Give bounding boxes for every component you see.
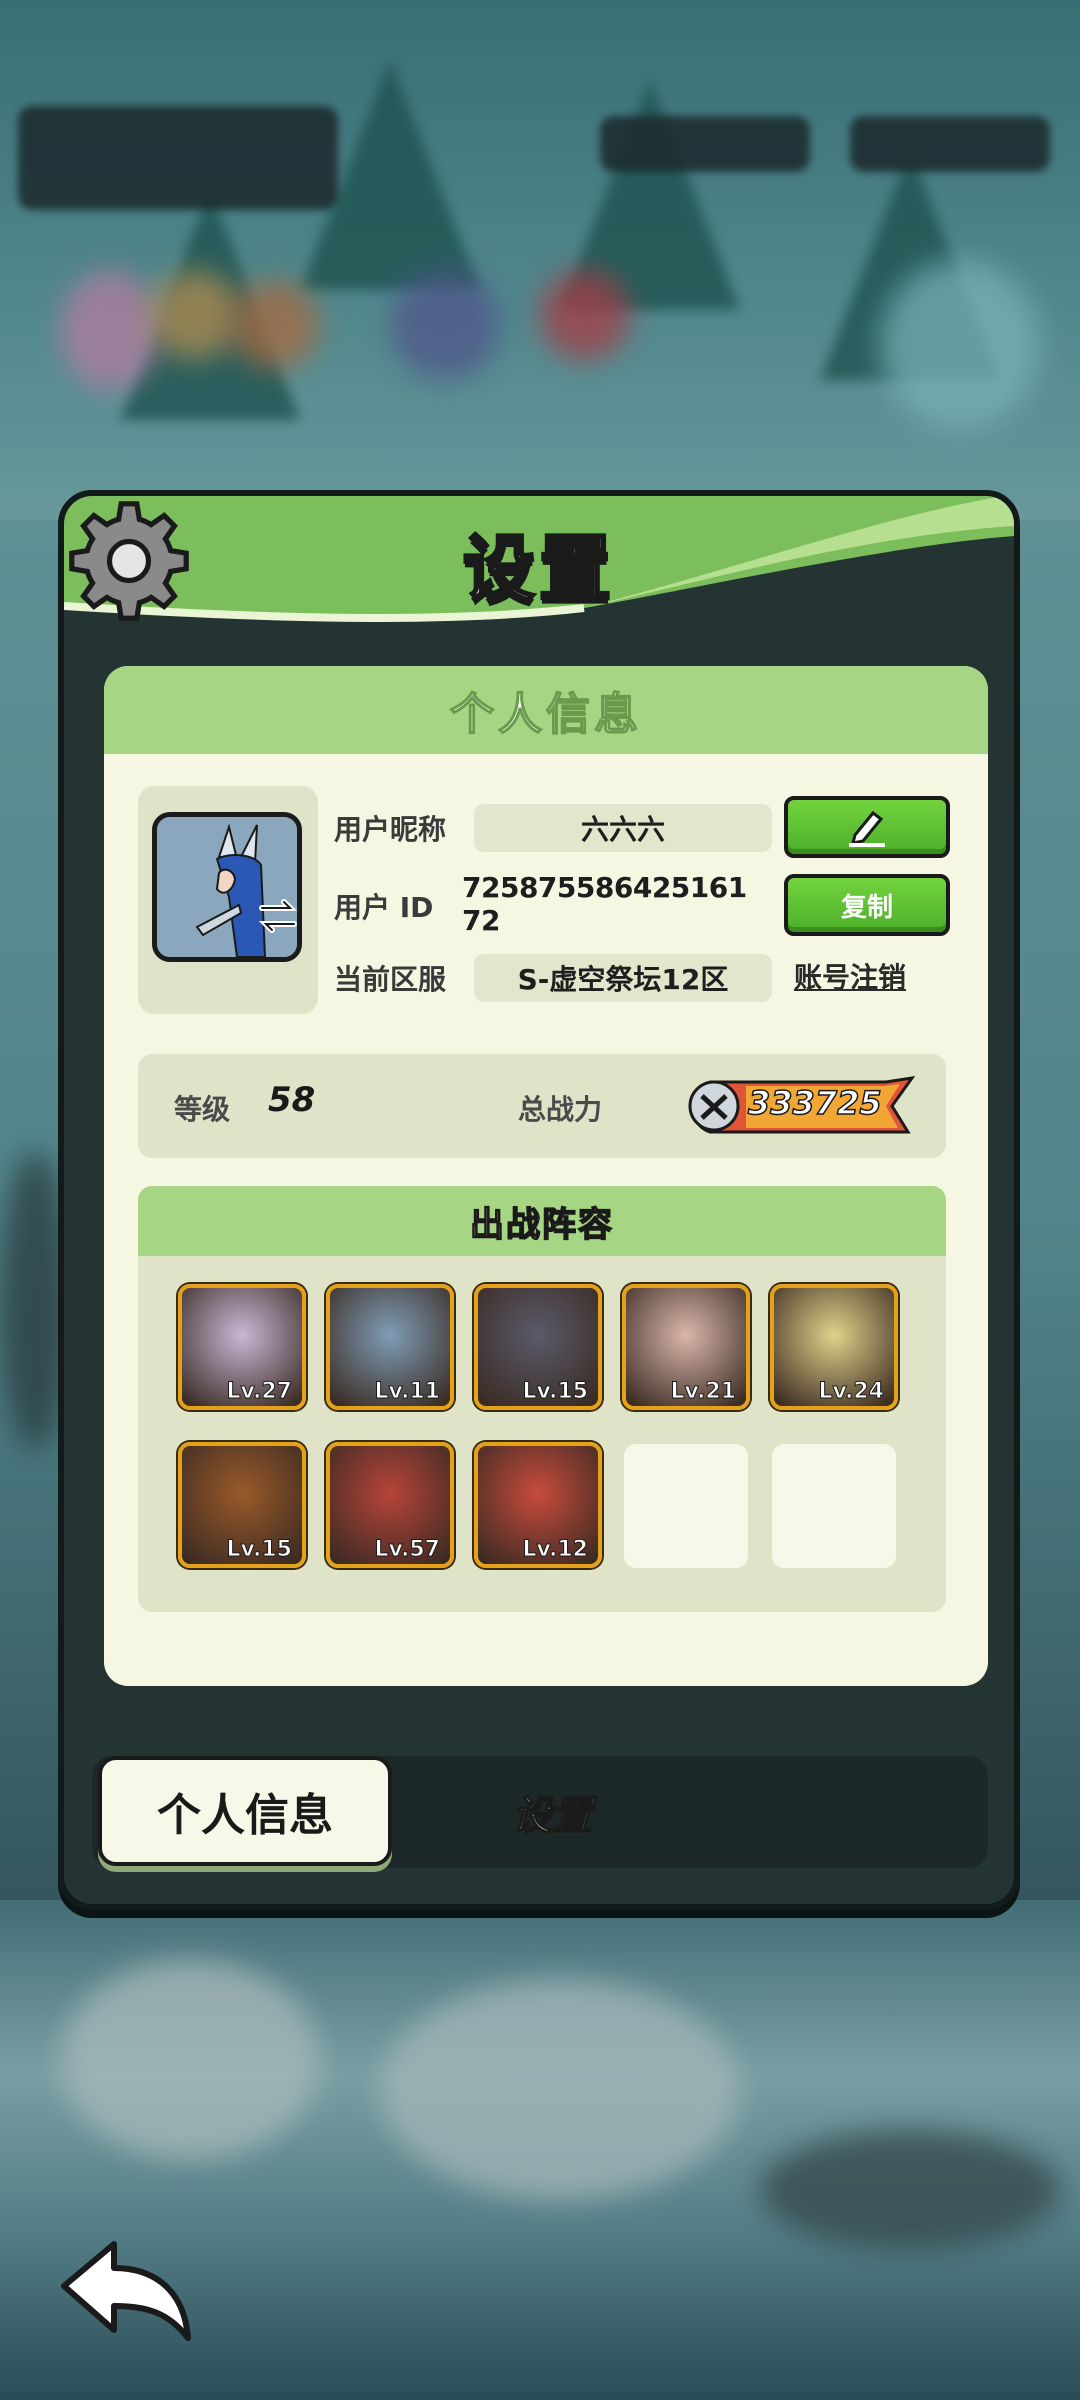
lineup-header: 出战阵容 xyxy=(138,1186,946,1256)
server-value: S-虚空祭坛12区 xyxy=(474,954,772,1002)
empty-hero-slot[interactable] xyxy=(772,1444,896,1568)
panel-header: 设置 xyxy=(64,496,1014,626)
edit-nickname-button[interactable] xyxy=(784,796,950,858)
avatar-box[interactable] xyxy=(138,786,318,1014)
hero-slot[interactable]: Lv.11 xyxy=(326,1284,454,1410)
level-value: 58 xyxy=(268,1080,316,1120)
profile-section-header: 个人信息 xyxy=(104,666,988,754)
hero-slot[interactable]: Lv.21 xyxy=(622,1284,750,1410)
panel-title: 设置 xyxy=(461,526,615,613)
power-label: 总战力 xyxy=(518,1093,603,1126)
hero-level: Lv.15 xyxy=(226,1537,293,1563)
hero-level: Lv.12 xyxy=(522,1537,589,1563)
hero-level: Lv.27 xyxy=(226,1379,293,1405)
lineup-box: 出战阵容 Lv.27 Lv.11 Lv.15 Lv.21 Lv.24 Lv.15 Lv.57… xyxy=(138,1186,946,1612)
settings-panel: 设置 个人信息 用户昵称 六六六 用户 ID 725875586425161 7… xyxy=(58,490,1020,1910)
copy-button-label: 复制 xyxy=(840,892,893,923)
user-id-value: 725875586425161 72 xyxy=(462,871,747,937)
nickname-value: 六六六 xyxy=(474,804,772,852)
profile-card: 个人信息 用户昵称 六六六 用户 ID 725875586425161 72 复… xyxy=(104,666,988,1686)
back-arrow-icon[interactable] xyxy=(56,2236,196,2346)
profile-section-title: 个人信息 xyxy=(449,688,642,741)
hero-slot[interactable]: Lv.15 xyxy=(474,1284,602,1410)
hero-level: Lv.15 xyxy=(522,1379,589,1405)
tab-settings-label: 设置 xyxy=(511,1792,593,1840)
tab-bar: 个人信息 设置 xyxy=(92,1756,988,1868)
account-deletion-link[interactable]: 账号注销 xyxy=(794,956,906,996)
server-label: 当前区服 xyxy=(334,963,447,996)
hero-level: Lv.21 xyxy=(670,1379,737,1405)
hero-slot[interactable]: Lv.12 xyxy=(474,1442,602,1568)
hero-slot[interactable]: Lv.57 xyxy=(326,1442,454,1568)
tab-settings[interactable]: 设置 xyxy=(392,1756,712,1868)
hero-level: Lv.11 xyxy=(374,1379,441,1405)
nickname-label: 用户昵称 xyxy=(334,813,447,846)
hero-slot[interactable]: Lv.27 xyxy=(178,1284,306,1410)
hero-slot[interactable]: Lv.24 xyxy=(770,1284,898,1410)
avatar[interactable] xyxy=(152,812,302,962)
power-value: 333725 xyxy=(747,1083,882,1123)
tab-profile-label: 个人信息 xyxy=(157,1790,333,1841)
swap-icon[interactable] xyxy=(256,894,300,938)
pencil-icon xyxy=(849,810,885,847)
tab-profile[interactable]: 个人信息 xyxy=(98,1756,392,1866)
user-id-label: 用户 ID xyxy=(334,891,434,924)
empty-hero-slot[interactable] xyxy=(624,1444,748,1568)
level-label: 等级 xyxy=(174,1093,231,1126)
hero-level: Lv.57 xyxy=(374,1537,441,1563)
copy-id-button[interactable]: 复制 xyxy=(784,874,950,936)
hero-slot[interactable]: Lv.15 xyxy=(178,1442,306,1568)
stats-box: 等级 58 总战力 333725 xyxy=(138,1054,946,1158)
lineup-title: 出战阵容 xyxy=(469,1204,614,1246)
hero-level: Lv.24 xyxy=(818,1379,885,1405)
